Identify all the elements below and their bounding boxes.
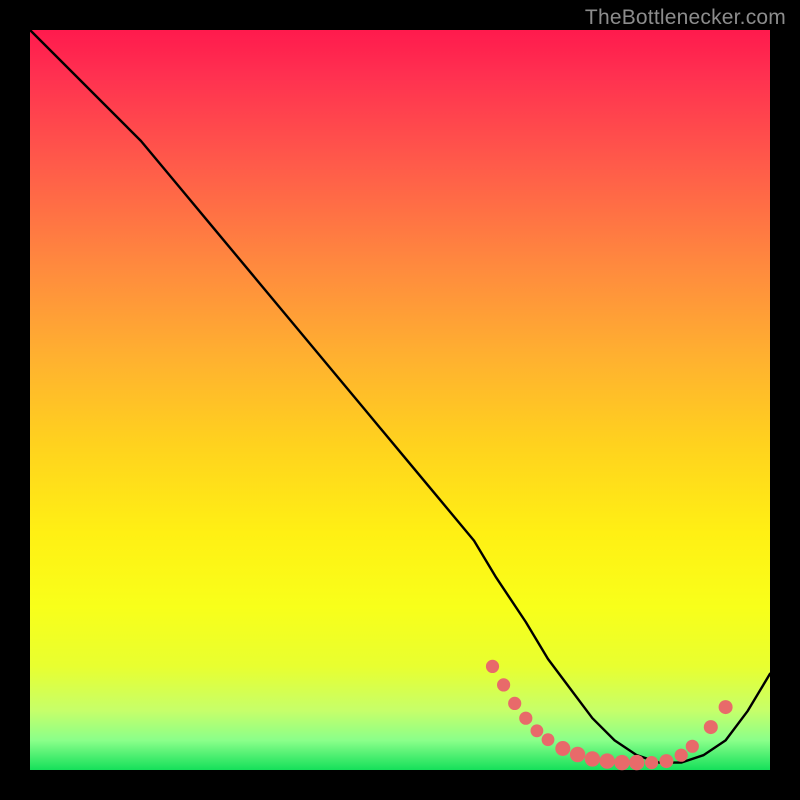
marker-dot [570,747,585,762]
marker-dot [542,733,555,746]
marker-dot [600,753,615,768]
chart-frame: TheBottlenecker.com [0,0,800,800]
chart-svg [30,30,770,770]
plot-area [30,30,770,770]
marker-dot [531,724,544,737]
marker-dot [497,678,510,691]
marker-dot [704,720,718,734]
marker-dot [614,755,629,770]
marker-dot [585,751,600,766]
marker-dot [686,740,699,753]
marker-dot [645,756,658,769]
curve-line [30,30,770,763]
marker-dot [719,700,733,714]
marker-dot [675,749,688,762]
marker-dot [629,755,644,770]
marker-dot [508,697,521,710]
marker-dot [519,712,532,725]
marker-dot [555,741,570,756]
watermark-text: TheBottlenecker.com [585,6,786,30]
marker-dot [659,754,673,768]
marker-dot [486,660,499,673]
